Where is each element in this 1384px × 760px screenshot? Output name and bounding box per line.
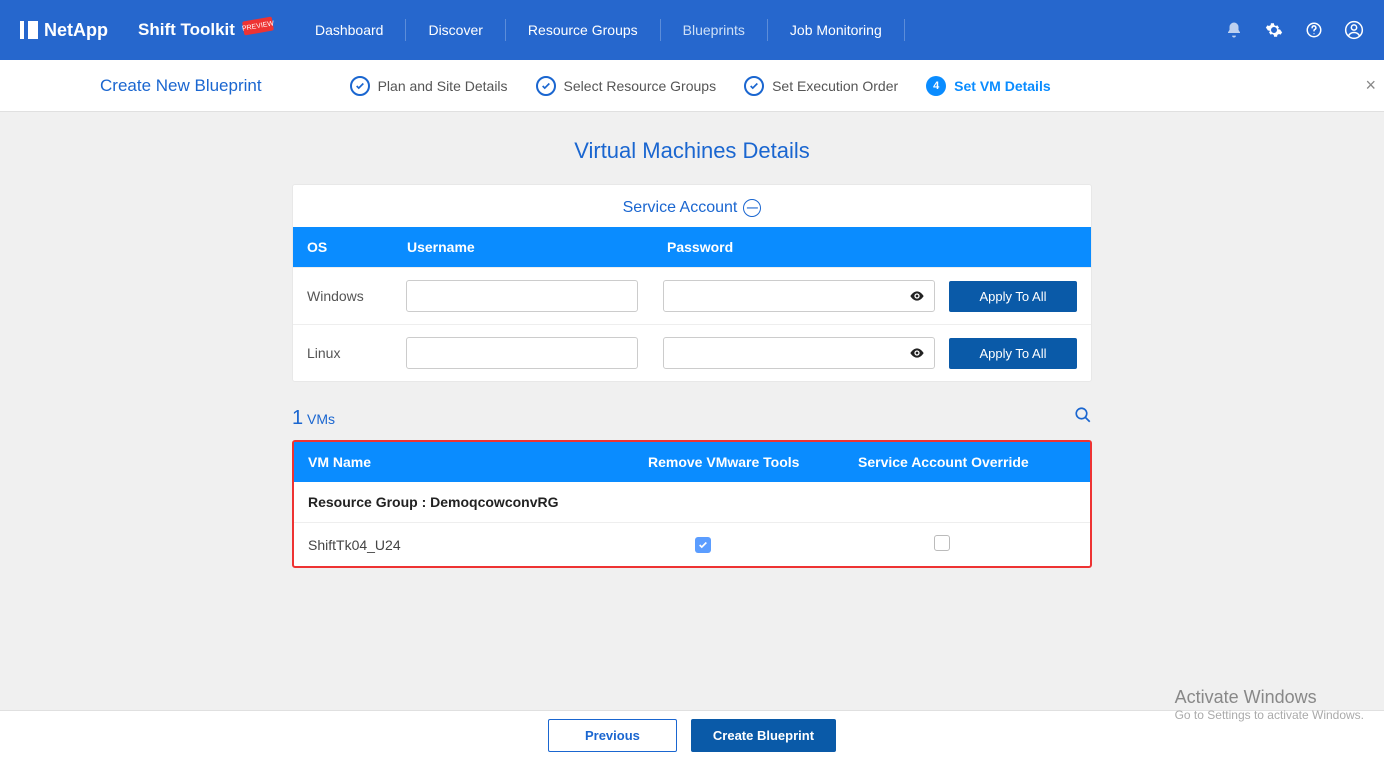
col-username: Username bbox=[407, 239, 667, 255]
col-password: Password bbox=[667, 239, 1077, 255]
nav-resource-groups[interactable]: Resource Groups bbox=[505, 19, 660, 41]
step-number-icon: 4 bbox=[926, 76, 946, 96]
nav-discover[interactable]: Discover bbox=[405, 19, 504, 41]
help-icon[interactable] bbox=[1304, 20, 1324, 40]
vm-table: VM Name Remove VMware Tools Service Acco… bbox=[292, 440, 1092, 568]
resource-group-row: Resource Group : DemoqcowconvRG bbox=[294, 482, 1090, 523]
bell-icon[interactable] bbox=[1224, 20, 1244, 40]
vm-count: 1 VMs bbox=[292, 407, 335, 430]
step-exec-order[interactable]: Set Execution Order bbox=[744, 76, 898, 96]
user-icon[interactable] bbox=[1344, 20, 1364, 40]
col-remove-tools: Remove VMware Tools bbox=[648, 454, 858, 470]
page-title: Virtual Machines Details bbox=[574, 138, 810, 164]
step-select-rg[interactable]: Select Resource Groups bbox=[536, 76, 717, 96]
product-name: Shift Toolkit bbox=[138, 20, 235, 40]
vm-count-bar: 1 VMs bbox=[292, 406, 1092, 430]
service-account-header[interactable]: Service Account — bbox=[293, 185, 1091, 227]
svc-row-linux: Linux Apply To All bbox=[293, 324, 1091, 381]
service-account-panel: Service Account — OS Username Password W… bbox=[292, 184, 1092, 382]
check-icon bbox=[744, 76, 764, 96]
close-icon[interactable]: × bbox=[1365, 75, 1376, 96]
eye-icon[interactable] bbox=[909, 288, 925, 309]
linux-username-input[interactable] bbox=[406, 337, 638, 369]
nav-icon-group bbox=[1224, 20, 1364, 40]
svc-row-windows: Windows Apply To All bbox=[293, 267, 1091, 324]
col-vmname: VM Name bbox=[308, 454, 648, 470]
netapp-logo-icon bbox=[20, 21, 38, 39]
gear-icon[interactable] bbox=[1264, 20, 1284, 40]
nav-blueprints[interactable]: Blueprints bbox=[660, 19, 767, 41]
remove-tools-checkbox[interactable] bbox=[695, 537, 711, 553]
eye-icon[interactable] bbox=[909, 345, 925, 366]
vm-table-header: VM Name Remove VMware Tools Service Acco… bbox=[294, 442, 1090, 482]
vm-name: ShiftTk04_U24 bbox=[308, 537, 648, 553]
windows-watermark: Activate Windows Go to Settings to activ… bbox=[1175, 687, 1364, 722]
previous-button[interactable]: Previous bbox=[548, 719, 677, 752]
wizard-title: Create New Blueprint bbox=[100, 76, 262, 96]
preview-badge: PREVIEW bbox=[242, 17, 274, 36]
nav-job-monitoring[interactable]: Job Monitoring bbox=[767, 19, 904, 41]
step-vm-details[interactable]: 4 Set VM Details bbox=[926, 76, 1050, 96]
col-os: OS bbox=[307, 239, 407, 255]
os-label: Windows bbox=[307, 288, 406, 304]
linux-password-input[interactable] bbox=[663, 337, 935, 369]
step-plan-site[interactable]: Plan and Site Details bbox=[350, 76, 508, 96]
collapse-icon[interactable]: — bbox=[743, 199, 761, 217]
windows-username-input[interactable] bbox=[406, 280, 638, 312]
col-override: Service Account Override bbox=[858, 454, 1076, 470]
create-blueprint-button[interactable]: Create Blueprint bbox=[691, 719, 836, 752]
check-icon bbox=[536, 76, 556, 96]
main-content: Virtual Machines Details Service Account… bbox=[0, 112, 1384, 658]
apply-all-windows-button[interactable]: Apply To All bbox=[949, 281, 1077, 312]
windows-password-input[interactable] bbox=[663, 280, 935, 312]
company-name: NetApp bbox=[44, 20, 108, 41]
wizard-bar: Create New Blueprint Plan and Site Detai… bbox=[0, 60, 1384, 112]
service-account-columns: OS Username Password bbox=[293, 227, 1091, 267]
check-icon bbox=[350, 76, 370, 96]
nav-dashboard[interactable]: Dashboard bbox=[293, 19, 406, 41]
apply-all-linux-button[interactable]: Apply To All bbox=[949, 338, 1077, 369]
brand: NetApp bbox=[20, 20, 108, 41]
table-row: ShiftTk04_U24 bbox=[294, 523, 1090, 566]
nav-links: Dashboard Discover Resource Groups Bluep… bbox=[293, 19, 905, 41]
top-navbar: NetApp Shift Toolkit PREVIEW Dashboard D… bbox=[0, 0, 1384, 60]
search-icon[interactable] bbox=[1074, 406, 1092, 429]
os-label: Linux bbox=[307, 345, 406, 361]
override-checkbox[interactable] bbox=[934, 535, 950, 551]
